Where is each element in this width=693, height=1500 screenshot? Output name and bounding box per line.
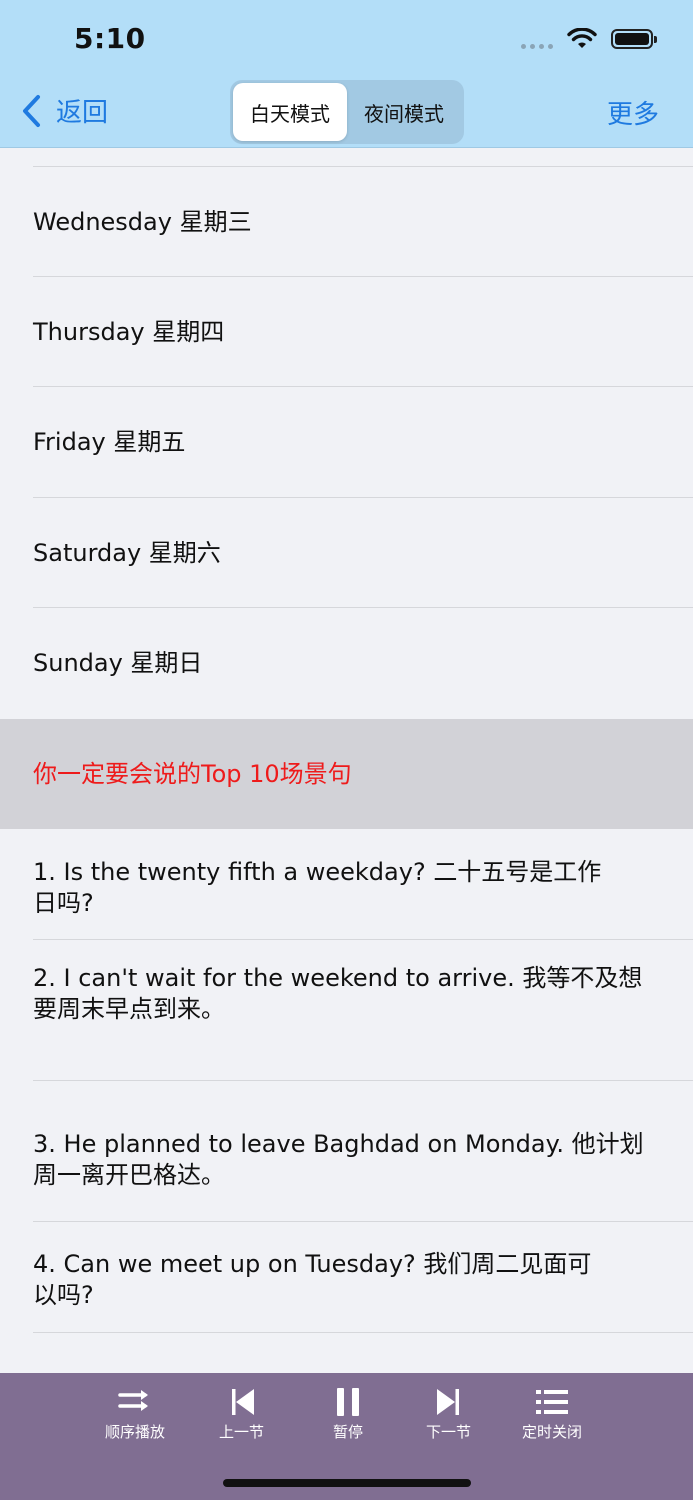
list-item-text: 1. Is the twenty fifth a weekday? 二十五号是工… [33,857,602,917]
battery-icon [611,29,657,49]
list-item-text: 4. Can we meet up on Tuesday? 我们周二见面可以吗? [33,1249,592,1309]
control-label: 顺序播放 [105,1423,166,1441]
control-label: 定时关闭 [522,1423,583,1441]
list-item[interactable]: 1. Is the twenty fifth a weekday? 二十五号是工… [0,829,693,940]
segment-night-mode[interactable]: 夜间模式 [347,83,461,141]
lesson-list: Wednesday 星期三 Thursday 星期四 Friday 星期五 Sa… [0,148,693,1373]
list-item[interactable]: 2. I can't wait for the weekend to arriv… [0,940,693,1081]
control-label: 下一节 [426,1423,472,1441]
previous-section-button[interactable]: 上一节 [219,1387,264,1442]
more-button[interactable]: 更多 [607,94,659,131]
next-track-icon [436,1389,459,1415]
list-item[interactable]: Thursday 星期四 [0,277,693,387]
list-item-text: Friday 星期五 [33,428,186,456]
list-item[interactable]: 4. Can we meet up on Tuesday? 我们周二见面可以吗? [0,1222,693,1333]
list-item[interactable]: Saturday 星期六 [0,498,693,608]
list-timer-icon [536,1390,568,1414]
list-item[interactable]: 3. He planned to leave Baghdad on Monday… [0,1081,693,1222]
navigation-header: 5:10 返回 白天模式 夜间模式 更多 [0,0,693,148]
list-item-text: Saturday 星期六 [33,538,221,567]
list-item[interactable]: Wednesday 星期三 [0,167,693,277]
sleep-timer-button[interactable]: 定时关闭 [522,1387,582,1442]
back-button[interactable]: 返回 [20,92,108,129]
list-item-text: 2. I can't wait for the weekend to arriv… [33,963,643,1023]
list-item-text: Thursday 星期四 [33,317,225,346]
list-item-text: 3. He planned to leave Baghdad on Monday… [33,1129,644,1189]
status-icons [521,28,657,50]
status-time: 5:10 [74,22,146,55]
segment-day-mode[interactable]: 白天模式 [233,83,347,141]
list-item-partial [0,148,693,167]
previous-track-icon [231,1389,254,1415]
list-item-text: Wednesday 星期三 [33,207,252,236]
section-header: 你一定要会说的Top 10场景句 [0,719,693,829]
chevron-left-icon [23,94,40,127]
pause-button[interactable]: 暂停 [330,1387,366,1442]
control-label: 暂停 [332,1423,363,1441]
home-indicator [223,1479,471,1487]
section-title: 你一定要会说的Top 10场景句 [33,759,352,788]
mode-segmented-control: 白天模式 夜间模式 [230,80,464,144]
list-item[interactable]: Friday 星期五 [0,387,693,498]
play-order-button[interactable]: 顺序播放 [105,1387,165,1442]
signal-icon [521,29,553,49]
list-item[interactable]: Sunday 星期日 [0,608,693,719]
list-item-text: Sunday 星期日 [33,649,203,677]
wifi-icon [567,28,597,48]
back-label: 返回 [56,98,109,128]
control-label: 上一节 [219,1423,265,1441]
pause-icon [337,1388,359,1416]
shuffle-arrows-icon [118,1390,148,1411]
next-section-button[interactable]: 下一节 [426,1387,471,1442]
